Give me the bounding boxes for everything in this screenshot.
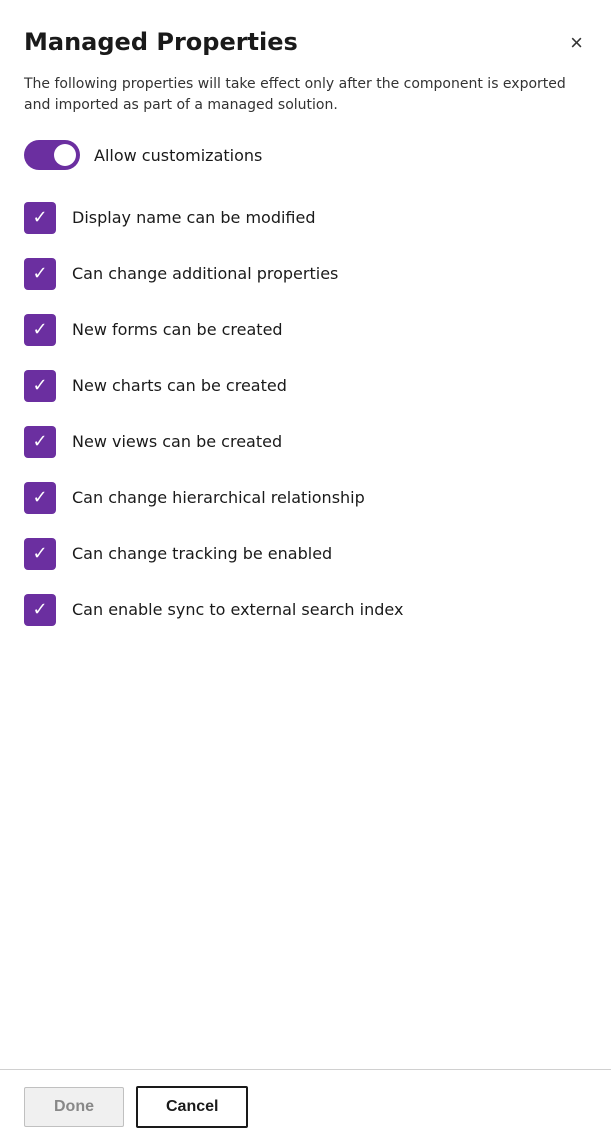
dialog-content: Managed Properties × The following prope… — [0, 0, 611, 1069]
list-item: ✓ New forms can be created — [24, 302, 587, 358]
checkbox-new-forms[interactable]: ✓ — [24, 314, 56, 346]
done-button[interactable]: Done — [24, 1087, 124, 1127]
cancel-button[interactable]: Cancel — [136, 1086, 248, 1128]
list-item: ✓ Can enable sync to external search ind… — [24, 582, 587, 638]
checkbox-label-new-charts: New charts can be created — [72, 375, 287, 397]
checkbox-display-name[interactable]: ✓ — [24, 202, 56, 234]
list-item: ✓ Can change tracking be enabled — [24, 526, 587, 582]
checkbox-new-views[interactable]: ✓ — [24, 426, 56, 458]
dialog-title: Managed Properties — [24, 28, 298, 57]
checkbox-label-display-name: Display name can be modified — [72, 207, 316, 229]
list-item: ✓ Can change additional properties — [24, 246, 587, 302]
checkbox-additional-properties[interactable]: ✓ — [24, 258, 56, 290]
checkbox-sync-search[interactable]: ✓ — [24, 594, 56, 626]
checkmark-icon: ✓ — [32, 377, 47, 395]
checkbox-label-new-forms: New forms can be created — [72, 319, 283, 341]
checkmark-icon: ✓ — [32, 601, 47, 619]
checkbox-label-new-views: New views can be created — [72, 431, 282, 453]
toggle-label: Allow customizations — [94, 146, 262, 165]
close-button[interactable]: × — [566, 28, 587, 58]
list-item: ✓ Display name can be modified — [24, 190, 587, 246]
allow-customizations-toggle[interactable] — [24, 140, 80, 170]
toggle-track — [24, 140, 80, 170]
dialog-description: The following properties will take effec… — [24, 74, 587, 116]
checkbox-new-charts[interactable]: ✓ — [24, 370, 56, 402]
checkmark-icon: ✓ — [32, 209, 47, 227]
list-item: ✓ New views can be created — [24, 414, 587, 470]
list-item: ✓ Can change hierarchical relationship — [24, 470, 587, 526]
dialog-footer: Done Cancel — [0, 1069, 611, 1144]
checkbox-hierarchical-relationship[interactable]: ✓ — [24, 482, 56, 514]
checkbox-label-additional-properties: Can change additional properties — [72, 263, 338, 285]
checkmark-icon: ✓ — [32, 321, 47, 339]
checkmark-icon: ✓ — [32, 265, 47, 283]
list-item: ✓ New charts can be created — [24, 358, 587, 414]
checkbox-list: ✓ Display name can be modified ✓ Can cha… — [24, 190, 587, 638]
dialog-header: Managed Properties × — [24, 28, 587, 58]
checkbox-tracking[interactable]: ✓ — [24, 538, 56, 570]
managed-properties-dialog: Managed Properties × The following prope… — [0, 0, 611, 1144]
checkmark-icon: ✓ — [32, 489, 47, 507]
checkmark-icon: ✓ — [32, 433, 47, 451]
checkbox-label-sync-search: Can enable sync to external search index — [72, 599, 403, 621]
checkbox-label-tracking: Can change tracking be enabled — [72, 543, 332, 565]
toggle-thumb — [54, 144, 76, 166]
checkmark-icon: ✓ — [32, 545, 47, 563]
toggle-row: Allow customizations — [24, 140, 587, 170]
checkbox-label-hierarchical-relationship: Can change hierarchical relationship — [72, 487, 365, 509]
